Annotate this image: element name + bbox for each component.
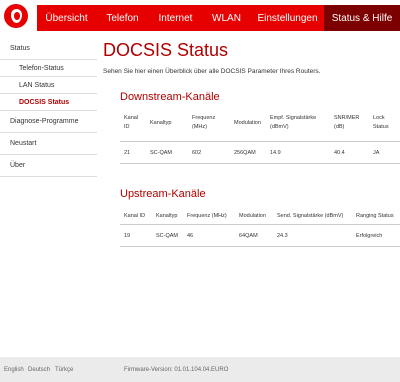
nav-status-hilfe[interactable]: Status & Hilfe bbox=[324, 5, 400, 31]
column-header: Kanal ID bbox=[124, 115, 139, 130]
table-header-row: Kanal ID Kanaltyp Frequenz (MHz) Modulatio… bbox=[120, 114, 400, 142]
column-header: Lock Status bbox=[373, 115, 389, 130]
column-header: Kanal ID bbox=[124, 213, 146, 219]
firmware-version: Firmware-Version: 01.01.104.04.EURO bbox=[124, 367, 229, 373]
sidebar-item-telefon-status[interactable]: Telefon-Status bbox=[0, 60, 97, 77]
table-cell: 46 bbox=[187, 233, 194, 239]
table-cell: 256QAM bbox=[234, 150, 256, 156]
table-cell: 14.9 bbox=[270, 150, 281, 156]
sidebar-item-docsis-status[interactable]: DOCSIS Status bbox=[0, 94, 97, 111]
nav-wlan[interactable]: WLAN bbox=[202, 5, 251, 31]
main-content: DOCSIS Status Sehen Sie hier einen Überb… bbox=[103, 36, 400, 247]
table-cell: SC-QAM bbox=[156, 233, 178, 239]
language-link-turkce[interactable]: Türkçe bbox=[55, 367, 73, 373]
sidebar-item-status[interactable]: Status bbox=[0, 38, 97, 60]
table-cell: 602 bbox=[192, 150, 202, 156]
table-cell: Erfolgreich bbox=[356, 233, 383, 239]
table-cell: JA bbox=[373, 150, 380, 156]
table-cell: SC-QAM bbox=[150, 150, 172, 156]
column-header: Empf. Signalstärke (dBmV) bbox=[270, 115, 317, 130]
sidebar-item-neustart[interactable]: Neustart bbox=[0, 133, 97, 155]
column-header: Kanaltyp bbox=[150, 120, 172, 126]
sidebar-item-lan-status[interactable]: LAN Status bbox=[0, 77, 97, 94]
table-cell: 40.4 bbox=[334, 150, 345, 156]
top-bar: Übersicht Telefon Internet WLAN Einstell… bbox=[0, 0, 400, 36]
nav-ubersicht[interactable]: Übersicht bbox=[37, 5, 96, 31]
downstream-table: Kanal ID Kanaltyp Frequenz (MHz) Modulatio… bbox=[120, 114, 400, 164]
column-header: Frequenz (MHz) bbox=[187, 213, 227, 219]
nav-telefon[interactable]: Telefon bbox=[96, 5, 149, 31]
table-cell: 64QAM bbox=[239, 233, 258, 239]
language-link-deutsch[interactable]: Deutsch bbox=[28, 367, 50, 373]
column-header: Ranging Status bbox=[356, 213, 394, 219]
table-row: 19 SC-QAM 46 64QAM 24.3 Erfolgreich bbox=[120, 225, 400, 247]
downstream-title: Downstream-Kanäle bbox=[120, 91, 220, 103]
page-description: Sehen Sie hier einen Überblick über alle… bbox=[103, 68, 321, 75]
table-header-row: Kanal ID Kanaltyp Frequenz (MHz) Modulat… bbox=[120, 210, 400, 225]
sidebar-item-uber[interactable]: Über bbox=[0, 155, 97, 177]
column-header: Modulation bbox=[239, 213, 266, 219]
vodafone-logo-icon[interactable] bbox=[4, 4, 28, 28]
table-cell: 21 bbox=[124, 150, 131, 156]
sidebar: Status Telefon-Status LAN Status DOCSIS … bbox=[0, 38, 97, 177]
footer: English Deutsch Türkçe Firmware-Version:… bbox=[0, 357, 400, 382]
language-link-english[interactable]: English bbox=[4, 367, 24, 373]
nav-einstellungen[interactable]: Einstellungen bbox=[251, 5, 324, 31]
column-header: Modulation bbox=[234, 120, 261, 126]
page-title: DOCSIS Status bbox=[103, 40, 229, 60]
column-header: Kanaltyp bbox=[156, 213, 178, 219]
upstream-title: Upstream-Kanäle bbox=[120, 188, 206, 200]
upstream-table: Kanal ID Kanaltyp Frequenz (MHz) Modulat… bbox=[120, 210, 400, 247]
column-header: SNR/MER (dB) bbox=[334, 115, 360, 130]
table-row: 21 SC-QAM 602 256QAM 14.9 40.4 JA bbox=[120, 142, 400, 164]
main-navigation: Übersicht Telefon Internet WLAN Einstell… bbox=[37, 5, 400, 31]
sidebar-item-diagnose[interactable]: Diagnose-Programme bbox=[0, 111, 97, 133]
nav-internet[interactable]: Internet bbox=[149, 5, 202, 31]
table-cell: 19 bbox=[124, 233, 131, 239]
column-header: Frequenz (MHz) bbox=[192, 115, 216, 130]
column-header: Send. Signalstärke (dBmV) bbox=[277, 213, 344, 219]
table-cell: 24.3 bbox=[277, 233, 288, 239]
